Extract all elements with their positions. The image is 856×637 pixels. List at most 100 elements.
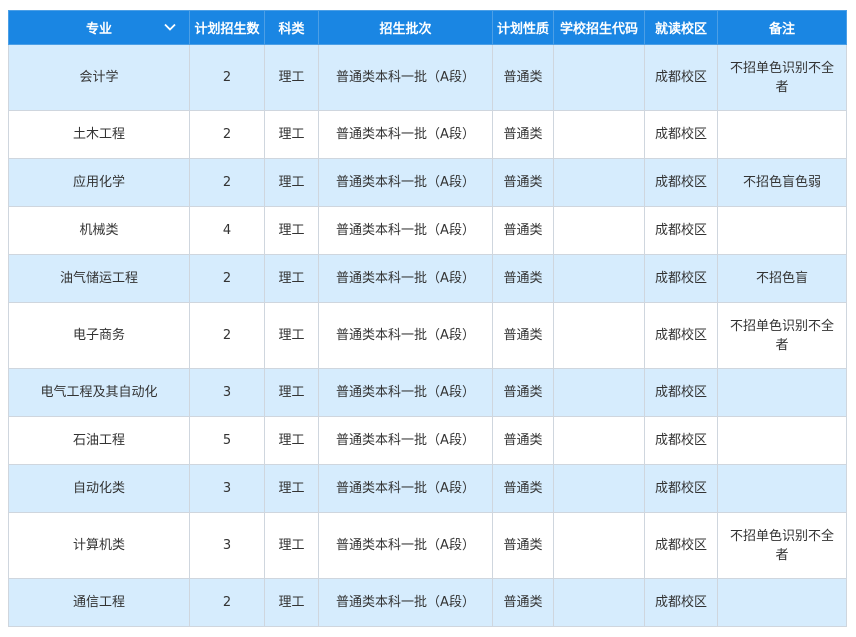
admission-plan-table: 专业 计划招生数 科类 招生批次 计划性质 学校招生代码 就读校区 备注 会计学… — [8, 10, 847, 627]
column-header-subject[interactable]: 科类 — [264, 10, 319, 45]
cell-subject: 理工 — [264, 206, 319, 255]
cell-campus: 成都校区 — [644, 464, 718, 513]
cell-major: 土木工程 — [8, 110, 190, 159]
cell-subject: 理工 — [264, 302, 319, 369]
table-row: 通信工程 2 理工 普通类本科一批（A段） 普通类 成都校区 — [8, 578, 847, 627]
table-row: 会计学 2 理工 普通类本科一批（A段） 普通类 成都校区 不招单色识别不全者 — [8, 44, 847, 111]
cell-remark — [717, 578, 847, 627]
column-header-remark[interactable]: 备注 — [717, 10, 847, 45]
cell-subject: 理工 — [264, 254, 319, 303]
cell-major: 自动化类 — [8, 464, 190, 513]
cell-school-code — [553, 110, 645, 159]
cell-subject: 理工 — [264, 512, 319, 579]
cell-school-code — [553, 158, 645, 207]
cell-plan-nature: 普通类 — [492, 416, 554, 465]
chevron-down-icon[interactable] — [163, 20, 177, 34]
cell-subject: 理工 — [264, 110, 319, 159]
column-header-school-code[interactable]: 学校招生代码 — [553, 10, 645, 45]
cell-school-code — [553, 302, 645, 369]
cell-plan-nature: 普通类 — [492, 302, 554, 369]
cell-batch: 普通类本科一批（A段） — [318, 512, 493, 579]
column-header-plan-nature[interactable]: 计划性质 — [492, 10, 554, 45]
cell-school-code — [553, 416, 645, 465]
cell-batch: 普通类本科一批（A段） — [318, 578, 493, 627]
cell-campus: 成都校区 — [644, 368, 718, 417]
cell-plan-nature: 普通类 — [492, 44, 554, 111]
cell-school-code — [553, 578, 645, 627]
cell-major: 电气工程及其自动化 — [8, 368, 190, 417]
cell-subject: 理工 — [264, 464, 319, 513]
table-row: 电子商务 2 理工 普通类本科一批（A段） 普通类 成都校区 不招单色识别不全者 — [8, 302, 847, 369]
cell-school-code — [553, 368, 645, 417]
table-row: 石油工程 5 理工 普通类本科一批（A段） 普通类 成都校区 — [8, 416, 847, 465]
cell-plan-nature: 普通类 — [492, 158, 554, 207]
cell-plan-count: 4 — [189, 206, 265, 255]
column-header-batch[interactable]: 招生批次 — [318, 10, 493, 45]
cell-campus: 成都校区 — [644, 302, 718, 369]
cell-plan-count: 2 — [189, 110, 265, 159]
cell-batch: 普通类本科一批（A段） — [318, 302, 493, 369]
cell-batch: 普通类本科一批（A段） — [318, 110, 493, 159]
cell-school-code — [553, 206, 645, 255]
cell-remark — [717, 206, 847, 255]
cell-batch: 普通类本科一批（A段） — [318, 158, 493, 207]
table-row: 计算机类 3 理工 普通类本科一批（A段） 普通类 成都校区 不招单色识别不全者 — [8, 512, 847, 579]
table-row: 自动化类 3 理工 普通类本科一批（A段） 普通类 成都校区 — [8, 464, 847, 513]
cell-campus: 成都校区 — [644, 578, 718, 627]
cell-campus: 成都校区 — [644, 254, 718, 303]
cell-plan-nature: 普通类 — [492, 368, 554, 417]
cell-campus: 成都校区 — [644, 206, 718, 255]
cell-plan-nature: 普通类 — [492, 512, 554, 579]
cell-plan-count: 2 — [189, 254, 265, 303]
table-row: 土木工程 2 理工 普通类本科一批（A段） 普通类 成都校区 — [8, 110, 847, 159]
cell-plan-nature: 普通类 — [492, 110, 554, 159]
cell-campus: 成都校区 — [644, 512, 718, 579]
cell-subject: 理工 — [264, 158, 319, 207]
cell-plan-count: 2 — [189, 302, 265, 369]
cell-plan-nature: 普通类 — [492, 464, 554, 513]
table-body: 会计学 2 理工 普通类本科一批（A段） 普通类 成都校区 不招单色识别不全者 土木工程 2 理工… — [8, 44, 847, 627]
cell-remark — [717, 464, 847, 513]
cell-remark — [717, 368, 847, 417]
cell-school-code — [553, 254, 645, 303]
cell-subject: 理工 — [264, 578, 319, 627]
cell-remark — [717, 110, 847, 159]
cell-batch: 普通类本科一批（A段） — [318, 206, 493, 255]
cell-campus: 成都校区 — [644, 44, 718, 111]
cell-remark: 不招单色识别不全者 — [717, 512, 847, 579]
cell-subject: 理工 — [264, 44, 319, 111]
cell-remark: 不招色盲 — [717, 254, 847, 303]
cell-batch: 普通类本科一批（A段） — [318, 368, 493, 417]
cell-campus: 成都校区 — [644, 158, 718, 207]
cell-plan-nature: 普通类 — [492, 254, 554, 303]
table-row: 机械类 4 理工 普通类本科一批（A段） 普通类 成都校区 — [8, 206, 847, 255]
column-header-major-label: 专业 — [85, 22, 112, 37]
cell-school-code — [553, 464, 645, 513]
cell-batch: 普通类本科一批（A段） — [318, 416, 493, 465]
cell-major: 通信工程 — [8, 578, 190, 627]
table-row: 电气工程及其自动化 3 理工 普通类本科一批（A段） 普通类 成都校区 — [8, 368, 847, 417]
cell-major: 会计学 — [8, 44, 190, 111]
cell-major: 应用化学 — [8, 158, 190, 207]
cell-subject: 理工 — [264, 416, 319, 465]
cell-plan-count: 3 — [189, 464, 265, 513]
cell-plan-count: 2 — [189, 44, 265, 111]
cell-plan-nature: 普通类 — [492, 206, 554, 255]
cell-plan-count: 5 — [189, 416, 265, 465]
cell-batch: 普通类本科一批（A段） — [318, 44, 493, 111]
cell-campus: 成都校区 — [644, 110, 718, 159]
cell-remark: 不招单色识别不全者 — [717, 302, 847, 369]
cell-major: 电子商务 — [8, 302, 190, 369]
cell-major: 计算机类 — [8, 512, 190, 579]
cell-major: 石油工程 — [8, 416, 190, 465]
column-header-plan-count[interactable]: 计划招生数 — [189, 10, 265, 45]
table-row: 油气储运工程 2 理工 普通类本科一批（A段） 普通类 成都校区 不招色盲 — [8, 254, 847, 303]
cell-plan-count: 3 — [189, 368, 265, 417]
cell-plan-count: 2 — [189, 578, 265, 627]
column-header-campus[interactable]: 就读校区 — [644, 10, 718, 45]
cell-subject: 理工 — [264, 368, 319, 417]
cell-school-code — [553, 44, 645, 111]
column-header-major[interactable]: 专业 — [8, 10, 190, 45]
cell-remark: 不招单色识别不全者 — [717, 44, 847, 111]
cell-plan-count: 3 — [189, 512, 265, 579]
